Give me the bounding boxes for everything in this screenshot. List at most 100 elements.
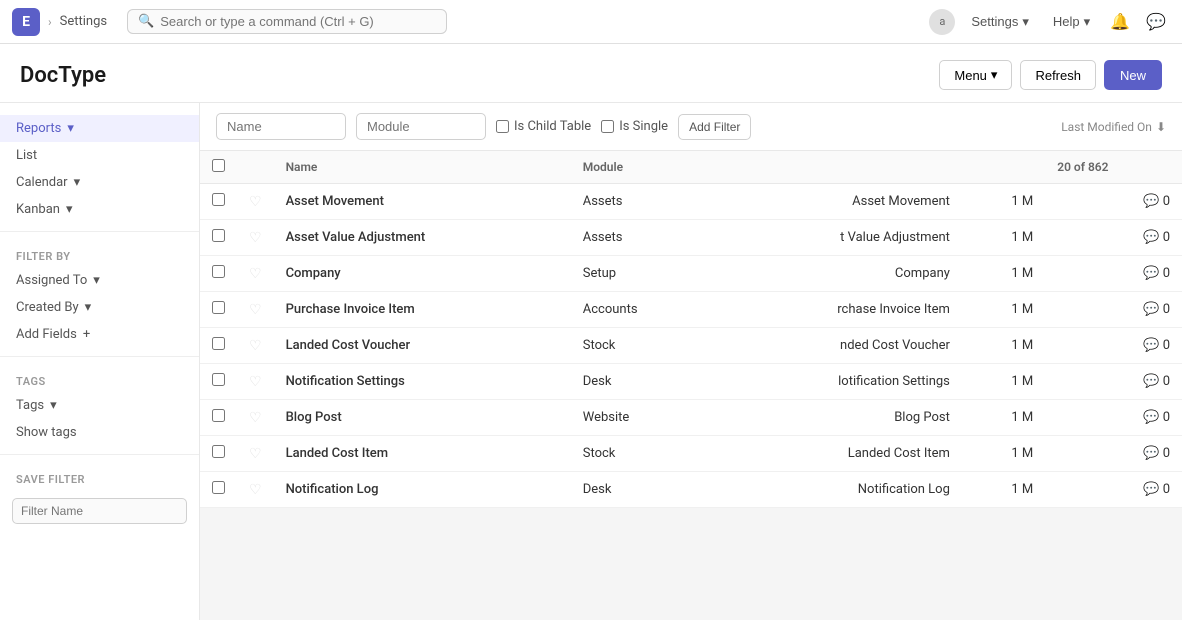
row-age: 1 M (962, 472, 1045, 508)
sidebar-item-created-by[interactable]: Created By ▾ (0, 294, 199, 321)
row-name[interactable]: Notification Settings (274, 364, 571, 400)
sidebar-item-calendar[interactable]: Calendar ▾ (0, 169, 199, 196)
row-fav-cell: ♡ (237, 400, 274, 436)
sidebar-item-assigned-to[interactable]: Assigned To ▾ (0, 267, 199, 294)
row-checkbox[interactable] (212, 445, 225, 458)
comment-icon: 💬 (1143, 194, 1159, 209)
row-name[interactable]: Blog Post (274, 400, 571, 436)
search-input[interactable] (160, 14, 436, 29)
row-name[interactable]: Landed Cost Voucher (274, 328, 571, 364)
row-checkbox[interactable] (212, 337, 225, 350)
sort-icon[interactable]: ⬇ (1156, 120, 1166, 134)
th-fav (237, 151, 274, 184)
sidebar-item-add-fields[interactable]: Add Fields + (0, 321, 199, 348)
favorite-icon[interactable]: ♡ (249, 410, 262, 426)
row-checkbox[interactable] (212, 481, 225, 494)
favorite-icon[interactable]: ♡ (249, 482, 262, 498)
table-header-row: Name Module 20 of 862 (200, 151, 1182, 184)
row-checkbox[interactable] (212, 409, 225, 422)
module-filter-input[interactable] (356, 113, 486, 140)
comment-icon: 💬 (1143, 374, 1159, 389)
favorite-icon[interactable]: ♡ (249, 302, 262, 318)
is-single-filter[interactable]: Is Single (601, 119, 668, 134)
row-name[interactable]: Purchase Invoice Item (274, 292, 571, 328)
comment-icon: 💬 (1143, 230, 1159, 245)
menu-label: Menu (954, 68, 987, 83)
row-fav-cell: ♡ (237, 256, 274, 292)
help-chevron-icon: ▾ (1084, 14, 1091, 30)
add-fields-label: Add Fields (16, 327, 77, 342)
sidebar-divider-1 (0, 231, 199, 232)
new-button[interactable]: New (1104, 60, 1162, 90)
select-all-checkbox[interactable] (212, 159, 225, 172)
favorite-icon[interactable]: ♡ (249, 338, 262, 354)
sidebar-item-kanban[interactable]: Kanban ▾ (0, 196, 199, 223)
is-child-table-checkbox[interactable] (496, 120, 509, 133)
favorite-icon[interactable]: ♡ (249, 446, 262, 462)
filter-name-input[interactable] (12, 498, 187, 524)
row-module: Website (571, 400, 714, 436)
chat-icon[interactable]: 💬 (1142, 8, 1170, 35)
row-checkbox-cell (200, 472, 237, 508)
favorite-icon[interactable]: ♡ (249, 194, 262, 210)
sidebar-item-show-tags[interactable]: Show tags (0, 419, 199, 446)
favorite-icon[interactable]: ♡ (249, 266, 262, 282)
row-module: Accounts (571, 292, 714, 328)
tags-label: Tags (16, 398, 44, 413)
notifications-icon[interactable]: 🔔 (1106, 8, 1134, 35)
row-name[interactable]: Asset Movement (274, 184, 571, 220)
row-module: Stock (571, 436, 714, 472)
row-checkbox[interactable] (212, 373, 225, 386)
th-amended (714, 151, 962, 184)
sidebar-item-list[interactable]: List (0, 142, 199, 169)
row-module: Stock (571, 328, 714, 364)
navbar: E › Settings 🔍 a Settings ▾ Help ▾ 🔔 💬 (0, 0, 1182, 44)
row-name[interactable]: Notification Log (274, 472, 571, 508)
refresh-button[interactable]: Refresh (1020, 60, 1096, 90)
favorite-icon[interactable]: ♡ (249, 374, 262, 390)
avatar[interactable]: a (929, 9, 955, 35)
layout: Reports ▾ List Calendar ▾ Kanban ▾ Filte… (0, 103, 1182, 620)
row-age: 1 M (962, 292, 1045, 328)
table-body: ♡ Asset Movement Assets Asset Movement 1… (200, 184, 1182, 508)
row-checkbox-cell (200, 184, 237, 220)
navbar-right: a Settings ▾ Help ▾ 🔔 💬 (929, 8, 1170, 35)
th-age (962, 151, 1045, 184)
tags-section: Tags (0, 365, 199, 392)
th-module: Module (571, 151, 714, 184)
row-name[interactable]: Landed Cost Item (274, 436, 571, 472)
name-filter-input[interactable] (216, 113, 346, 140)
row-checkbox[interactable] (212, 301, 225, 314)
row-age: 1 M (962, 184, 1045, 220)
row-checkbox[interactable] (212, 265, 225, 278)
row-age: 1 M (962, 220, 1045, 256)
menu-button[interactable]: Menu ▾ (939, 60, 1012, 90)
row-checkbox[interactable] (212, 229, 225, 242)
assigned-to-label: Assigned To (16, 273, 87, 288)
add-filter-button[interactable]: Add Filter (678, 114, 751, 140)
sidebar-item-reports[interactable]: Reports ▾ (0, 115, 199, 142)
global-search[interactable]: 🔍 (127, 9, 447, 34)
th-checkbox (200, 151, 237, 184)
is-single-checkbox[interactable] (601, 120, 614, 133)
sidebar-item-tags[interactable]: Tags ▾ (0, 392, 199, 419)
favorite-icon[interactable]: ♡ (249, 230, 262, 246)
reports-label: Reports (16, 121, 61, 136)
table-row: ♡ Company Setup Company 1 M 💬 0 (200, 256, 1182, 292)
row-fav-cell: ♡ (237, 364, 274, 400)
kanban-label: Kanban (16, 202, 60, 217)
row-fav-cell: ♡ (237, 292, 274, 328)
row-amended: Landed Cost Item (714, 436, 962, 472)
row-checkbox[interactable] (212, 193, 225, 206)
table-row: ♡ Notification Log Desk Notification Log… (200, 472, 1182, 508)
is-child-table-filter[interactable]: Is Child Table (496, 119, 591, 134)
settings-nav-button[interactable]: Settings ▾ (963, 10, 1037, 34)
row-name[interactable]: Company (274, 256, 571, 292)
row-amended: t Value Adjustment (714, 220, 962, 256)
help-button[interactable]: Help ▾ (1045, 10, 1098, 34)
settings-chevron-icon: ▾ (1022, 14, 1029, 30)
row-name[interactable]: Asset Value Adjustment (274, 220, 571, 256)
row-amended: Blog Post (714, 400, 962, 436)
breadcrumb-settings[interactable]: Settings (60, 14, 107, 29)
row-fav-cell: ♡ (237, 472, 274, 508)
